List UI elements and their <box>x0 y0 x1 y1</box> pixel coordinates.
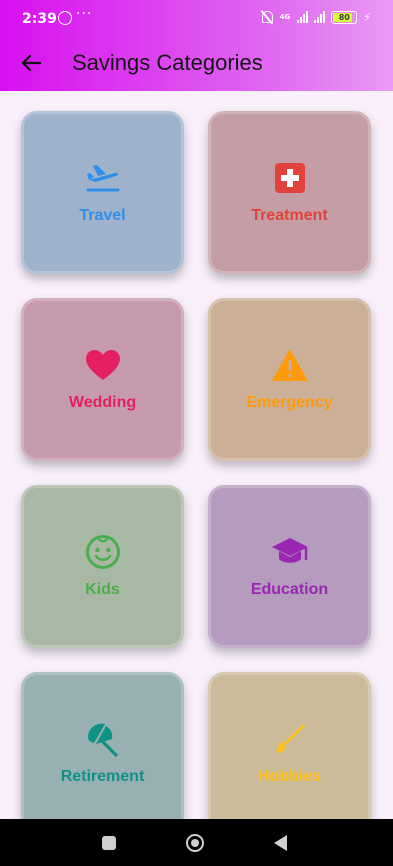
signal-icon <box>297 11 309 23</box>
child-face-icon <box>84 533 122 571</box>
category-label: Travel <box>79 207 126 224</box>
category-grid: Travel Treatment Wedding Emergency Kids … <box>0 91 393 819</box>
medical-cross-icon <box>271 159 309 197</box>
home-button[interactable] <box>165 819 225 866</box>
recents-button[interactable] <box>79 819 139 866</box>
graduation-cap-icon <box>271 533 309 571</box>
back-triangle-icon <box>273 834 287 851</box>
category-label: Treatment <box>251 207 328 224</box>
network-type: 4G <box>279 12 291 21</box>
category-card-wedding[interactable]: Wedding <box>21 298 184 461</box>
app-header: 2:39 ··· 4G 80 ⚡ Savings Categories <box>0 0 393 91</box>
category-label: Education <box>250 581 329 598</box>
category-card-emergency[interactable]: Emergency <box>208 298 371 461</box>
system-navigation-bar <box>0 819 393 866</box>
signal-icon-2 <box>314 11 326 23</box>
beach-umbrella-icon <box>84 720 122 758</box>
recents-icon <box>102 835 116 850</box>
savings-categories-screen: 2:39 ··· 4G 80 ⚡ Savings Categories Trav… <box>0 0 393 866</box>
category-card-travel[interactable]: Travel <box>21 111 184 274</box>
bell-off-icon <box>260 10 274 24</box>
page-title: Savings Categories <box>72 50 263 75</box>
heart-icon <box>84 346 122 384</box>
more-notifications-icon: ··· <box>76 6 93 22</box>
category-card-retirement[interactable]: Retirement <box>21 672 184 819</box>
category-label: Hobbies <box>257 768 322 785</box>
whatsapp-icon <box>58 11 72 25</box>
category-card-hobbies[interactable]: Hobbies <box>208 672 371 819</box>
back-button[interactable] <box>16 48 46 78</box>
status-bar: 2:39 ··· 4G 80 ⚡ <box>0 0 393 36</box>
category-card-treatment[interactable]: Treatment <box>208 111 371 274</box>
status-time: 2:39 <box>22 11 57 27</box>
battery-level: 80 <box>338 12 350 22</box>
battery-icon: 80 <box>331 10 358 24</box>
category-label: Retirement <box>60 768 145 785</box>
arrow-left-icon <box>21 54 41 72</box>
category-card-kids[interactable]: Kids <box>21 485 184 648</box>
category-card-education[interactable]: Education <box>208 485 371 648</box>
category-label: Emergency <box>246 394 333 411</box>
brush-icon <box>271 720 309 758</box>
home-icon <box>186 833 204 852</box>
charging-icon: ⚡ <box>363 10 371 24</box>
category-label: Kids <box>85 581 120 598</box>
category-label: Wedding <box>68 394 137 411</box>
system-back-button[interactable] <box>250 819 310 866</box>
warning-icon <box>271 346 309 384</box>
status-indicators: 4G 80 ⚡ <box>260 10 371 24</box>
flight-takeoff-icon <box>84 159 122 197</box>
